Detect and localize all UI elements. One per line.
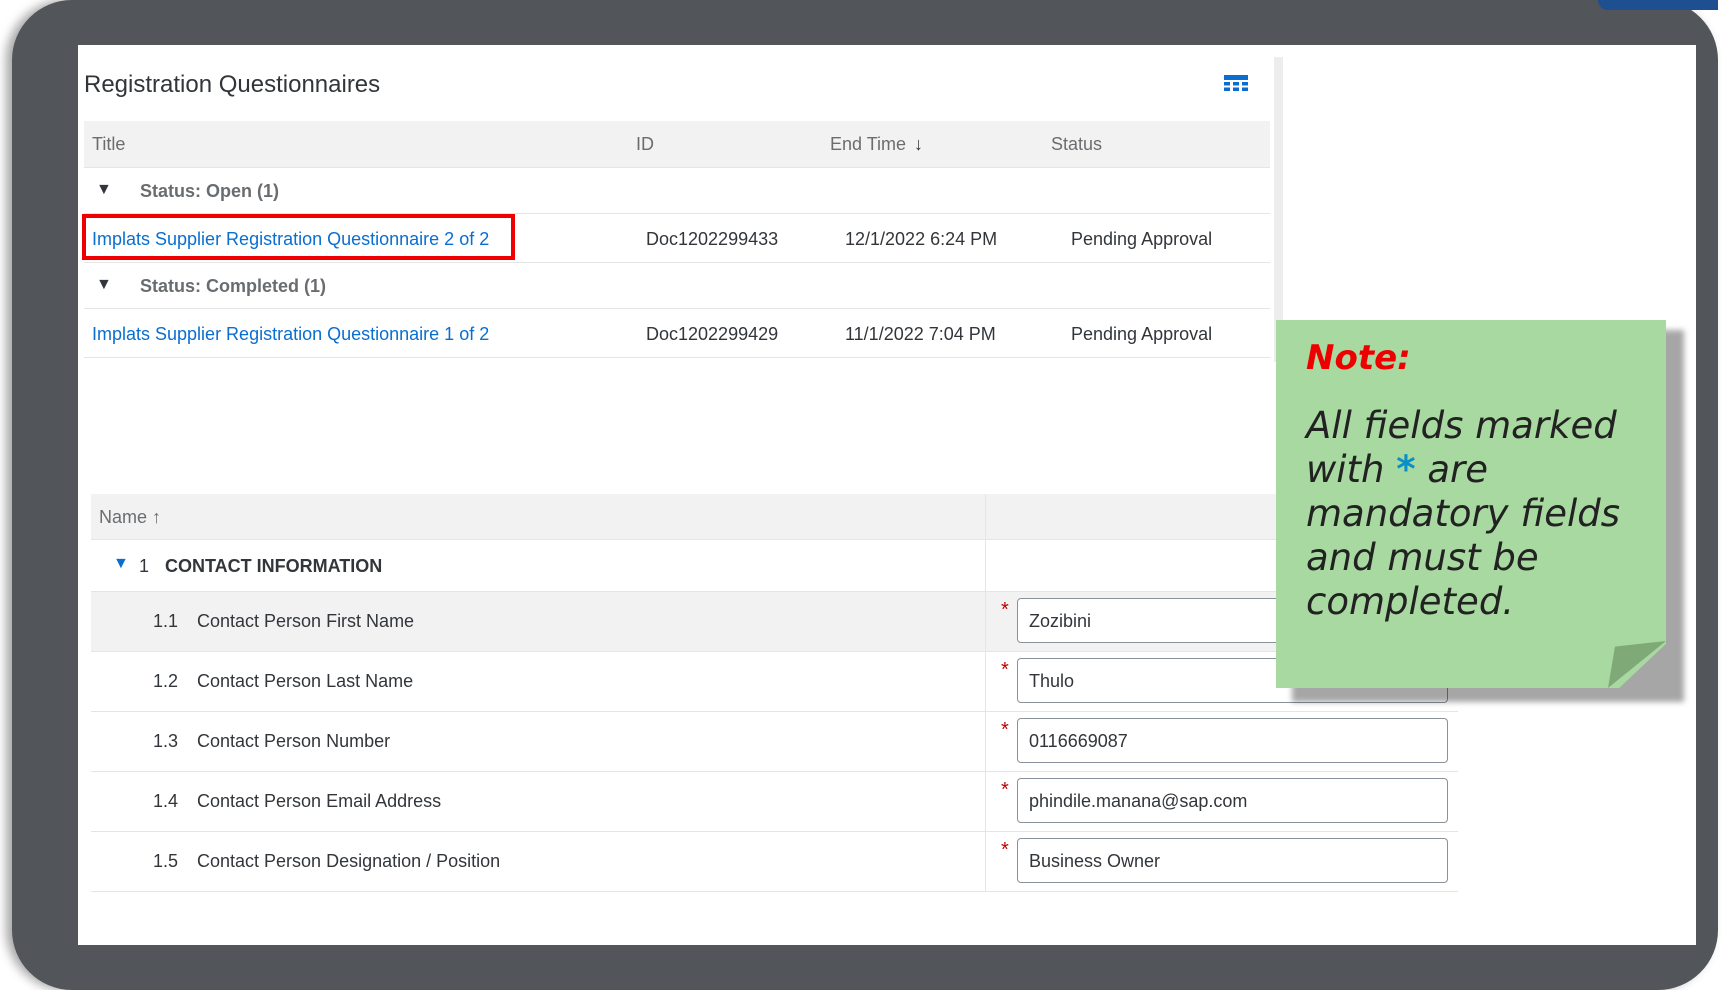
field-number: 1.1	[153, 611, 179, 631]
required-asterisk: *	[1001, 659, 1009, 681]
field-label: Contact Person Designation / Position	[197, 851, 501, 871]
table-header: Title ID End Time ↓ Status	[84, 121, 1270, 168]
field-number: 1.2	[153, 671, 179, 691]
column-header-title[interactable]: Title	[92, 134, 125, 155]
sticky-note: Note: All fields marked with * are manda…	[1276, 320, 1666, 688]
questionnaire-form: Name ↑ ▼ 1 CONTACT INFORMATION 1.1 Conta…	[91, 494, 1458, 892]
group-row-completed[interactable]: ▼ Status: Completed (1)	[84, 263, 1270, 309]
vertical-scrollbar[interactable]	[1274, 57, 1283, 362]
form-row: 1.4 Contact Person Email Address * phind…	[91, 772, 1458, 832]
cell-status: Pending Approval	[1071, 229, 1213, 249]
note-asterisk: *	[1396, 448, 1416, 491]
form-row: 1.2 Contact Person Last Name * Thulo	[91, 652, 1458, 712]
cell-id: Doc1202299429	[646, 324, 779, 344]
phone-number-field[interactable]: 0116669087	[1017, 718, 1448, 763]
column-header-name-label: Name	[99, 507, 148, 527]
corner-accent	[1598, 0, 1718, 10]
field-label: Contact Person Number	[197, 731, 391, 751]
cell-end-time: 11/1/2022 7:04 PM	[845, 324, 996, 344]
required-asterisk: *	[1001, 779, 1009, 801]
sort-ascending-icon: ↑	[152, 507, 162, 527]
field-label: Contact Person Last Name	[197, 671, 414, 691]
group-label: Status: Completed (1)	[140, 276, 327, 296]
questionnaire-link[interactable]: Implats Supplier Registration Questionna…	[92, 324, 489, 344]
email-field[interactable]: phindile.manana@sap.com	[1017, 778, 1448, 823]
cell-status: Pending Approval	[1071, 324, 1213, 344]
questionnaire-table: Title ID End Time ↓ Status ▼ Status: Open…	[82, 121, 1270, 358]
sort-descending-icon: ↓	[914, 134, 924, 154]
field-label: Contact Person First Name	[197, 611, 415, 631]
cell-id: Doc1202299433	[646, 229, 779, 249]
column-divider	[985, 592, 986, 651]
column-divider	[985, 772, 986, 831]
form-row: 1.1 Contact Person First Name * Zozibini	[91, 592, 1458, 652]
column-header-end-time[interactable]: End Time ↓	[830, 134, 923, 155]
field-number: 1.3	[153, 731, 179, 751]
table-row[interactable]: Implats Supplier Registration Questionna…	[84, 309, 1270, 358]
group-row-open[interactable]: ▼ Status: Open (1)	[84, 168, 1270, 214]
field-label: Contact Person Email Address	[197, 791, 442, 811]
note-title: Note:	[1306, 338, 1411, 378]
note-body: All fields marked with * are mandatory f…	[1306, 404, 1636, 624]
required-asterisk: *	[1001, 719, 1009, 741]
form-header: Name ↑	[91, 494, 1458, 540]
field-number: 1.5	[153, 851, 179, 871]
column-divider	[985, 494, 986, 539]
required-asterisk: *	[1001, 599, 1009, 621]
section-title: CONTACT INFORMATION	[165, 556, 383, 576]
required-asterisk: *	[1001, 839, 1009, 861]
designation-field[interactable]: Business Owner	[1017, 838, 1448, 883]
column-divider	[985, 540, 986, 591]
cell-end-time: 12/1/2022 6:24 PM	[845, 229, 998, 249]
column-header-end-time-label: End Time	[830, 134, 907, 154]
table-settings-icon[interactable]	[1224, 75, 1248, 95]
triangle-down-icon[interactable]: ▼	[96, 181, 112, 199]
form-row: 1.3 Contact Person Number * 0116669087	[91, 712, 1458, 772]
form-row: 1.5 Contact Person Designation / Positio…	[91, 832, 1458, 892]
group-label: Status: Open (1)	[140, 181, 280, 201]
triangle-down-icon[interactable]: ▼	[113, 555, 129, 573]
table-row[interactable]: Implats Supplier Registration Questionna…	[82, 214, 1270, 263]
triangle-down-icon[interactable]: ▼	[96, 276, 112, 294]
column-header-id[interactable]: ID	[636, 134, 654, 155]
column-header-status[interactable]: Status	[1051, 134, 1102, 155]
column-header-name[interactable]: Name ↑	[99, 507, 161, 528]
field-number: 1.4	[153, 791, 179, 811]
column-divider	[985, 712, 986, 771]
column-divider	[985, 652, 986, 711]
questionnaire-link[interactable]: Implats Supplier Registration Questionna…	[92, 229, 489, 249]
column-divider	[985, 832, 986, 891]
section-row[interactable]: ▼ 1 CONTACT INFORMATION	[91, 540, 1458, 592]
section-number: 1	[139, 556, 150, 576]
page-title: Registration Questionnaires	[84, 71, 381, 98]
